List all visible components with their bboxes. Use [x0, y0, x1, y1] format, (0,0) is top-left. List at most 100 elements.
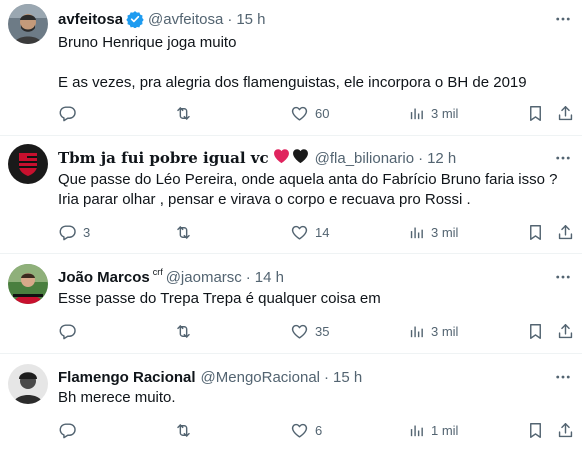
- timestamp[interactable]: 15 h: [236, 11, 265, 28]
- red-heart-icon: [273, 148, 290, 168]
- share-icon: [556, 421, 575, 440]
- user-handle[interactable]: @jaomarsc: [166, 269, 242, 286]
- like-button[interactable]: 35: [290, 320, 329, 342]
- bookmark-icon: [526, 104, 545, 123]
- avatar[interactable]: [8, 364, 48, 404]
- like-button[interactable]: 60: [290, 102, 329, 124]
- timestamp[interactable]: 12 h: [427, 150, 456, 167]
- tweet[interactable]: João Marcos crf @jaomarsc · 14 h Esse pa…: [0, 254, 582, 353]
- more-icon[interactable]: [552, 266, 574, 288]
- tweet-actions: 3 14 3 mil: [58, 221, 558, 243]
- more-icon[interactable]: [552, 147, 574, 169]
- views-icon: [408, 323, 425, 340]
- heart-icon: [290, 322, 309, 341]
- reply-button[interactable]: 3: [58, 221, 90, 243]
- like-button[interactable]: 14: [290, 221, 329, 243]
- separator-dot: ·: [245, 268, 251, 286]
- separator-dot: ·: [324, 368, 329, 386]
- share-icon: [556, 104, 575, 123]
- repost-icon: [174, 421, 193, 440]
- views-button[interactable]: 3 mil: [408, 320, 458, 342]
- tweet-header: Flamengo Racional @MengoRacional · 15 h: [58, 366, 542, 388]
- tweet-actions: 35 3 mil: [58, 320, 558, 342]
- share-button[interactable]: [556, 102, 575, 124]
- user-handle[interactable]: @fla_bilionario: [315, 150, 414, 167]
- repost-button[interactable]: [174, 221, 199, 243]
- tweet-actions: 6 1 mil: [58, 419, 558, 441]
- bookmark-button[interactable]: [526, 221, 545, 243]
- tweet-text-line: Bruno Henrique joga muito: [58, 34, 237, 51]
- tweet[interactable]: avfeitosa @avfeitosa · 15 h Bruno Henriq…: [0, 0, 582, 135]
- tweet-text-line: [58, 53, 562, 73]
- repost-icon: [174, 104, 193, 123]
- reply-button[interactable]: [58, 320, 83, 342]
- reply-button[interactable]: [58, 102, 83, 124]
- views-count: 1 mil: [431, 422, 459, 438]
- views-button[interactable]: 3 mil: [408, 221, 458, 243]
- name-emojis: [273, 148, 309, 168]
- tweet[interactable]: Tbm ja fui pobre igual vc @fla_bilionari…: [0, 136, 582, 253]
- share-button[interactable]: [556, 221, 575, 243]
- tweet-text: Bh merece muito.: [58, 388, 562, 408]
- repost-button[interactable]: [174, 102, 199, 124]
- tweet[interactable]: Flamengo Racional @MengoRacional · 15 h …: [0, 354, 582, 450]
- display-name[interactable]: avfeitosa: [58, 11, 123, 28]
- views-icon: [408, 105, 425, 122]
- display-name[interactable]: Flamengo Racional: [58, 369, 196, 386]
- heart-icon: [290, 104, 309, 123]
- bookmark-icon: [526, 223, 545, 242]
- repost-icon: [174, 322, 193, 341]
- more-icon[interactable]: [552, 8, 574, 30]
- reply-count: 3: [83, 224, 91, 240]
- tweet-text-line: Iria parar olhar , pensar e virava o cor…: [58, 191, 471, 208]
- bookmark-icon: [526, 421, 545, 440]
- timestamp[interactable]: 15 h: [333, 369, 362, 386]
- share-button[interactable]: [556, 419, 575, 441]
- avatar[interactable]: [8, 144, 48, 184]
- avatar[interactable]: [8, 264, 48, 304]
- like-count: 60: [315, 105, 330, 121]
- display-name[interactable]: João Marcos: [58, 269, 150, 286]
- like-count: 6: [315, 422, 323, 438]
- reply-button[interactable]: [58, 419, 83, 441]
- share-button[interactable]: [556, 320, 575, 342]
- repost-icon: [174, 223, 193, 242]
- tweet-header: Tbm ja fui pobre igual vc @fla_bilionari…: [58, 147, 542, 169]
- name-badge: crf: [152, 267, 163, 277]
- avatar[interactable]: [8, 4, 48, 44]
- bookmark-icon: [526, 322, 545, 341]
- like-count: 14: [315, 224, 330, 240]
- share-icon: [556, 322, 575, 341]
- user-handle[interactable]: @avfeitosa: [148, 11, 223, 28]
- tweet-header: avfeitosa @avfeitosa · 15 h: [58, 8, 542, 30]
- verified-badge-icon: [126, 10, 144, 28]
- reply-icon: [58, 322, 77, 341]
- black-heart-icon: [292, 148, 309, 168]
- views-button[interactable]: 3 mil: [408, 102, 458, 124]
- reply-icon: [58, 421, 77, 440]
- tweet-header: João Marcos crf @jaomarsc · 14 h: [58, 266, 542, 288]
- heart-icon: [290, 421, 309, 440]
- bookmark-button[interactable]: [526, 419, 545, 441]
- reply-icon: [58, 104, 77, 123]
- reply-icon: [58, 223, 77, 242]
- user-handle[interactable]: @MengoRacional: [201, 369, 320, 386]
- tweet-text: Esse passe do Trepa Trepa é qualquer coi…: [58, 289, 562, 309]
- more-icon[interactable]: [552, 366, 574, 388]
- separator-dot: ·: [227, 10, 233, 28]
- separator-dot: ·: [418, 149, 424, 167]
- views-button[interactable]: 1 mil: [408, 419, 458, 441]
- tweet-text: Que passe do Léo Pereira, onde aquela an…: [58, 170, 562, 210]
- repost-button[interactable]: [174, 419, 199, 441]
- tweet-text-line: Bh merece muito.: [58, 389, 176, 406]
- tweet-text-line: E as vezes, pra alegria dos flamenguista…: [58, 74, 527, 91]
- share-icon: [556, 223, 575, 242]
- display-name[interactable]: Tbm ja fui pobre igual vc: [58, 149, 269, 167]
- like-count: 35: [315, 323, 330, 339]
- repost-button[interactable]: [174, 320, 199, 342]
- bookmark-button[interactable]: [526, 320, 545, 342]
- bookmark-button[interactable]: [526, 102, 545, 124]
- views-count: 3 mil: [431, 105, 459, 121]
- timestamp[interactable]: 14 h: [255, 269, 284, 286]
- like-button[interactable]: 6: [290, 419, 322, 441]
